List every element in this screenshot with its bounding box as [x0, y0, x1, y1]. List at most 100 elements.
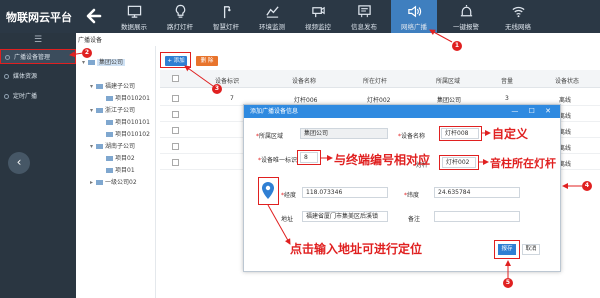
lng-label: *经度 — [281, 192, 297, 199]
cell: 3 — [505, 95, 509, 102]
alarm-icon — [460, 4, 472, 17]
nav-item-environment[interactable]: 环境监测 — [251, 0, 293, 33]
folder-icon — [96, 108, 103, 113]
window-controls-icon[interactable]: — ☐ ✕ — [511, 105, 555, 118]
location-pin-icon[interactable] — [258, 180, 278, 202]
row-checkbox[interactable] — [172, 159, 179, 166]
name-label: *设备名称 — [398, 133, 426, 140]
pole-highlight — [439, 155, 479, 170]
nav-label: 路灯灯杆 — [167, 23, 193, 31]
camera-icon — [311, 6, 325, 18]
column-header: 设备状态 — [555, 78, 580, 85]
nav-label: 一键报警 — [453, 23, 479, 31]
speaker-icon — [407, 5, 421, 18]
nav-label: 视频监控 — [305, 23, 331, 31]
delete-button[interactable]: 删 除 — [196, 56, 218, 66]
nav-item-video[interactable]: 视频监控 — [297, 0, 339, 33]
folder-icon — [106, 168, 113, 173]
lat-label: *纬度 — [404, 192, 420, 199]
sidebar-item-media[interactable]: 媒体资源 — [0, 69, 76, 84]
cell: 灯杆006 — [294, 97, 318, 104]
longitude-field[interactable]: 118.073346 — [302, 187, 388, 198]
step-badge-1: 1 — [452, 41, 462, 51]
nav-item-alarm[interactable]: 一键报警 — [445, 0, 487, 33]
monitor-icon — [127, 5, 141, 18]
tree-node[interactable]: ▾ 集团公司 — [82, 58, 126, 68]
folder-icon — [106, 96, 113, 101]
row-checkbox[interactable] — [172, 127, 179, 134]
nav-label: 数据展示 — [121, 23, 147, 31]
folder-icon — [96, 180, 103, 185]
nav-label: 无线网络 — [505, 23, 531, 31]
cancel-button[interactable]: 取消 — [522, 244, 540, 255]
environment-icon — [265, 6, 279, 18]
menu-toggle-icon[interactable]: ☰ — [0, 33, 76, 47]
select-all-checkbox[interactable] — [172, 75, 179, 82]
cell: 7 — [230, 95, 234, 102]
name-highlight — [439, 126, 482, 141]
step-badge-5: 5 — [503, 278, 513, 288]
nav-item-street-lights[interactable]: 路灯灯杆 — [159, 0, 201, 33]
column-header: 音量 — [501, 78, 514, 85]
folder-icon — [106, 120, 113, 125]
row-checkbox[interactable] — [172, 111, 179, 118]
nav-label: 网络广播 — [401, 23, 427, 31]
sidebar-item-broadcast-devices[interactable]: 广播设备管理 — [0, 49, 76, 64]
modal-title: 添加广播设备信息 — [250, 108, 299, 115]
folder-icon — [96, 84, 103, 89]
remark-label: 备注 — [408, 216, 421, 223]
nav-label: 信息发布 — [351, 23, 377, 31]
tree-node[interactable]: 项目010101 — [100, 118, 150, 128]
annotation-click-address: 点击输入地址可进行定位 — [290, 242, 423, 256]
tree-node[interactable]: ▾ 福建子公司 — [90, 82, 135, 92]
folder-icon — [106, 132, 113, 137]
sidebar-item-timed-broadcast[interactable]: 定时广播 — [0, 89, 76, 104]
nav-item-data-display[interactable]: 数据展示 — [113, 0, 155, 33]
nav-item-smart-poles[interactable]: 智慧灯杆 — [205, 0, 247, 33]
area-label: *所属区域 — [256, 133, 284, 140]
tree-node[interactable]: ▸ 一级公司02 — [90, 178, 137, 188]
app-title: 物联网云平台 — [6, 11, 72, 24]
remark-field[interactable] — [434, 211, 520, 222]
latitude-field[interactable]: 24.635784 — [434, 187, 520, 198]
tree-node[interactable]: 项目01 — [100, 166, 135, 176]
nav-item-broadcast[interactable]: 网络广播 — [391, 0, 437, 33]
breadcrumb-text: 广播设备 — [78, 37, 103, 44]
column-header: 所在灯杆 — [363, 78, 388, 85]
row-checkbox[interactable] — [172, 95, 179, 102]
tree-node[interactable]: 项目010201 — [100, 94, 150, 104]
light-pole-icon — [223, 6, 231, 19]
org-tree: ▾ 集团公司 ▾ 福建子公司 项目010201 ▾ 浙江子公司 项目010101 项目… — [78, 46, 156, 298]
breadcrumb: 广播设备 — [78, 35, 102, 44]
nav-item-wifi[interactable]: 无线网络 — [497, 0, 539, 33]
tree-node[interactable]: 项目02 — [100, 154, 135, 164]
top-nav-bar: 物联网云平台 数据展示 路灯灯杆 智慧灯杆 环境监测 视频监控 信息发布 网络广… — [0, 0, 600, 33]
nav-item-info-publish[interactable]: 信息发布 — [343, 0, 385, 33]
annotation-custom: 自定义 — [492, 127, 529, 141]
sidebar-item-label: 定时广播 — [13, 93, 38, 100]
sidebar-item-label: 广播设备管理 — [14, 54, 51, 61]
modal-header: 添加广播设备信息 — ☐ ✕ — [244, 105, 560, 118]
tree-node[interactable]: 项目010102 — [100, 130, 150, 140]
tree-node[interactable]: ▾ 浙江子公司 — [90, 106, 135, 116]
cell: 集团公司 — [437, 97, 462, 104]
add-button[interactable]: + 添加 — [165, 56, 187, 66]
cell: 离线 — [559, 97, 572, 104]
save-button[interactable]: 报存 — [498, 244, 516, 255]
collapse-sidebar-button[interactable]: ‹ — [8, 152, 30, 174]
id-label: *设备唯一标识 — [258, 157, 298, 164]
back-arrow-icon[interactable] — [84, 6, 104, 26]
nav-label: 环境监测 — [259, 23, 285, 31]
tree-node[interactable]: ▾ 湖南子公司 — [90, 142, 135, 152]
sidebar-item-label: 媒体资源 — [13, 73, 38, 80]
row-checkbox[interactable] — [172, 143, 179, 150]
id-highlight — [297, 150, 321, 165]
table-header: 设备标识 设备名称 所在灯杆 所属区域 音量 设备状态 — [160, 70, 600, 88]
info-board-icon — [357, 5, 371, 18]
bulb-icon — [175, 4, 185, 18]
sidebar: ☰ 广播设备管理 媒体资源 定时广播 ‹ — [0, 33, 76, 298]
step-badge-2: 2 — [82, 48, 92, 58]
area-field[interactable]: 集团公司 — [300, 128, 388, 139]
wifi-icon — [511, 6, 525, 18]
address-field[interactable]: 福建省厦门市集美区后溪镇 — [302, 211, 388, 222]
